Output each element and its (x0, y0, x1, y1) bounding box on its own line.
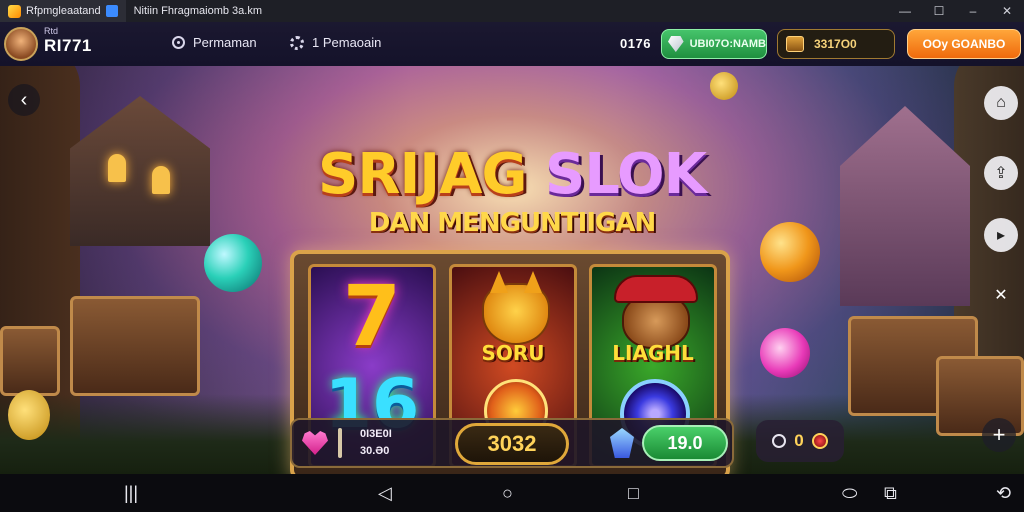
chest-value: 3317O0 (814, 37, 857, 51)
ring-icon (772, 434, 787, 448)
rotate-icon[interactable]: ⟲ (996, 484, 1011, 502)
system-nav-bar: ||| ◁ ○ □ ⬭ ⧉ ⟲ (0, 474, 1024, 512)
treasure-chest-left-small (0, 326, 60, 396)
game-title: SRIJAG SLOK (300, 146, 724, 204)
heart-icon[interactable] (302, 431, 328, 455)
game-title-part1: SRIJAG (318, 142, 527, 207)
window-title-bar: Rfpmgleaatand Nitiin Fhragmaiomb 3a.km —… (0, 0, 1024, 22)
gem-icon (668, 36, 684, 52)
chest-balance[interactable]: 3317O0 (777, 29, 895, 59)
add-button[interactable]: + (982, 418, 1016, 452)
reel-label-liaghl: LIAGHL (612, 341, 694, 365)
chest-icon (786, 36, 804, 52)
fox-icon (482, 283, 550, 345)
settings-icon (290, 35, 304, 50)
rose-orb (760, 328, 810, 378)
coin-value: 0 (794, 431, 804, 450)
recent-apps-icon[interactable]: ||| (124, 484, 138, 502)
player-avatar[interactable] (4, 27, 38, 61)
window-light (152, 166, 170, 194)
menu-item-permainan[interactable]: Permaman (172, 35, 257, 50)
window-tab-app[interactable]: Rfpmgleaatand (0, 0, 126, 22)
collapse-button[interactable]: – (956, 0, 990, 22)
info-icon (172, 36, 185, 49)
screenshot-icon[interactable]: ⧉ (884, 484, 897, 502)
bet-button[interactable]: 19.0 (642, 425, 728, 461)
control-line-2: 30.Ə0 (360, 445, 390, 457)
game-title-part2: SLOK (544, 142, 707, 207)
minimize-button[interactable]: — (888, 0, 922, 22)
reel-label-soru: SORU (481, 341, 545, 365)
window-tab-secondary[interactable]: Nitiin Fhragmaiomb 3a.km (126, 0, 270, 22)
restore-button[interactable]: ☐ (922, 0, 956, 22)
sparkle-icon[interactable]: ✕ (984, 278, 1018, 312)
symbol-seven: 7 (342, 267, 402, 365)
back-nav-icon[interactable]: ◁ (378, 484, 392, 502)
player-label: Rtd (44, 26, 59, 36)
home-icon[interactable]: ⌂ (984, 86, 1018, 120)
window-controls: — ☐ – ✕ (888, 0, 1024, 22)
castle-right (840, 106, 970, 306)
player-name: RI771 (44, 36, 92, 55)
menu-item-pemaoain[interactable]: 1 Pemaoain (290, 35, 381, 50)
cta-button[interactable]: OOy GOANBO (907, 29, 1021, 59)
treasure-chest-left (70, 296, 200, 396)
swirl-orb-right (760, 222, 820, 282)
treehouse-left (70, 96, 210, 246)
control-line-1: 0I3E0I (360, 428, 392, 440)
window-tab-label: Rfpmgleaatand (26, 5, 101, 17)
bet-control-bar: 0I3E0I 30.Ə0 3032 19.0 (290, 418, 734, 468)
coin-icon (811, 433, 828, 449)
close-button[interactable]: ✕ (990, 0, 1024, 22)
share-icon[interactable]: ⇪ (984, 156, 1018, 190)
gamepad-icon[interactable]: ⬭ (842, 484, 857, 502)
play-icon[interactable]: ▸ (984, 218, 1018, 252)
gems-button[interactable]: UBI07O:NAMB (661, 29, 767, 59)
swirl-orb-left (204, 234, 262, 292)
coin-counter[interactable]: 0 (756, 420, 844, 462)
window-app-icon (105, 5, 118, 17)
overview-nav-icon[interactable]: □ (628, 484, 639, 502)
hat-icon (614, 275, 698, 303)
spin-value-button[interactable]: 3032 (455, 423, 569, 465)
back-button[interactable]: ‹ (8, 84, 40, 116)
game-header: Rtd RI771 Permaman 1 Pemaoain 0176 UBI07… (0, 22, 1024, 66)
menu-item-label: Permaman (193, 35, 257, 50)
menu-item-label: 1 Pemaoain (312, 35, 382, 50)
window-tab-label: Nitiin Fhragmaiomb 3a.km (133, 5, 262, 17)
key-icon (338, 428, 342, 458)
counter-value: 0176 (620, 36, 651, 51)
home-nav-icon[interactable]: ○ (502, 484, 513, 502)
app-logo-icon (8, 4, 21, 18)
gold-coin (710, 72, 738, 100)
gems-label: UBI07O:NAMB (689, 38, 766, 50)
gold-coin (8, 390, 50, 440)
crystal-icon (610, 428, 634, 458)
game-subtitle: DAN MENGUNTIIGAN (368, 208, 656, 238)
window-light (108, 154, 126, 182)
game-scene: SRIJAG SLOK DAN MENGUNTIIGAN 7 16 SORU L… (0, 66, 1024, 474)
